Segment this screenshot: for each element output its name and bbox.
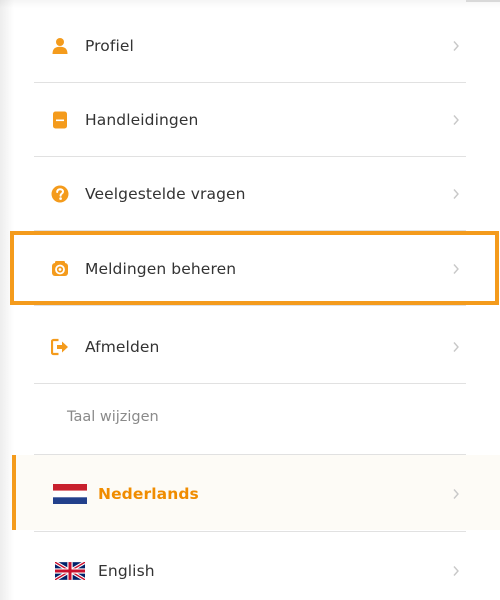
account-menu-panel: Profiel Handleidingen Veelgestelde vrage… <box>0 0 500 600</box>
menu-item-label: Profiel <box>85 37 134 55</box>
menu-item-meldingen-beheren[interactable]: Meldingen beheren <box>34 232 466 306</box>
sign-out-icon <box>51 338 68 356</box>
notification-settings-icon <box>52 261 68 276</box>
menu-item-label: Veelgestelde vragen <box>85 185 246 203</box>
chevron-right-icon <box>453 566 459 576</box>
menu-item-label: Afmelden <box>85 338 160 356</box>
language-label: Nederlands <box>98 485 199 503</box>
language-option-nederlands[interactable]: Nederlands <box>34 457 466 531</box>
user-icon <box>52 38 68 54</box>
language-option-english[interactable]: English <box>34 534 466 600</box>
chevron-right-icon <box>453 489 459 499</box>
menu-item-veelgestelde-vragen[interactable]: Veelgestelde vragen <box>34 157 466 231</box>
menu-item-handleidingen[interactable]: Handleidingen <box>34 83 466 157</box>
top-edge-line <box>466 0 500 2</box>
active-language-indicator <box>12 455 16 530</box>
menu-item-label: Meldingen beheren <box>85 260 237 278</box>
menu-item-profiel[interactable]: Profiel <box>34 9 466 83</box>
chevron-right-icon <box>453 189 459 199</box>
menu-divider <box>34 383 466 384</box>
panel-shadow-top <box>0 0 500 8</box>
menu-divider <box>34 531 466 532</box>
menu-divider <box>34 230 466 231</box>
menu-divider <box>34 305 466 306</box>
chevron-right-icon <box>453 264 459 274</box>
menu-item-label: Handleidingen <box>85 111 199 129</box>
dutch-flag-icon <box>53 484 87 504</box>
chevron-right-icon <box>453 41 459 51</box>
book-icon <box>53 111 67 129</box>
chevron-right-icon <box>453 342 459 352</box>
question-circle-icon <box>51 185 69 203</box>
chevron-right-icon <box>453 115 459 125</box>
language-label: English <box>98 562 155 580</box>
menu-item-afmelden[interactable]: Afmelden <box>34 310 466 384</box>
language-section-heading: Taal wijzigen <box>67 409 159 425</box>
uk-flag-icon <box>55 562 85 580</box>
